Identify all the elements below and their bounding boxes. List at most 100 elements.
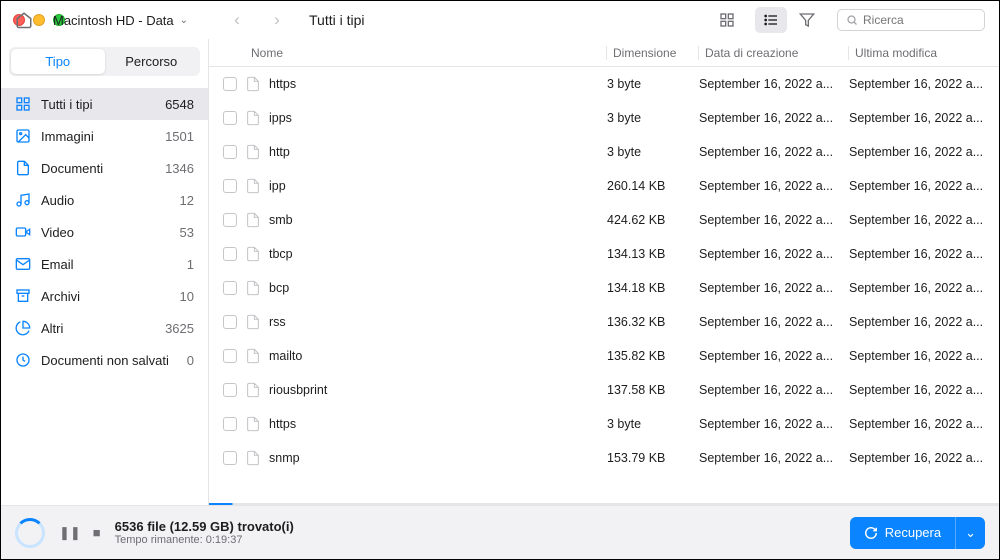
file-modified: September 16, 2022 a... xyxy=(849,179,999,193)
music-icon xyxy=(15,192,31,208)
home-icon[interactable] xyxy=(15,11,33,29)
table-row[interactable]: snmp153.79 KBSeptember 16, 2022 a...Sept… xyxy=(209,441,999,475)
table-row[interactable]: tbcp134.13 KBSeptember 16, 2022 a...Sept… xyxy=(209,237,999,271)
row-checkbox[interactable] xyxy=(223,145,237,159)
sidebar-item-count: 10 xyxy=(180,289,194,304)
view-grid-button[interactable] xyxy=(711,7,743,33)
row-checkbox[interactable] xyxy=(223,349,237,363)
file-icon xyxy=(245,142,261,162)
search-input[interactable] xyxy=(863,13,1000,27)
recover-button[interactable]: Recupera xyxy=(850,517,955,549)
row-checkbox[interactable] xyxy=(223,247,237,261)
file-size: 153.79 KB xyxy=(607,451,699,465)
file-icon xyxy=(245,380,261,400)
sidebar-item-unsaved[interactable]: Documenti non salvati 0 xyxy=(1,344,208,376)
recover-dropdown-button[interactable]: ⌄ xyxy=(955,517,985,549)
pause-scan-button[interactable]: ❚❚ xyxy=(59,525,81,541)
mail-icon xyxy=(15,256,31,272)
file-name: tbcp xyxy=(269,247,293,261)
column-size[interactable]: Dimensione xyxy=(607,46,699,60)
row-checkbox[interactable] xyxy=(223,383,237,397)
doc-icon xyxy=(15,160,31,176)
file-name: mailto xyxy=(269,349,302,363)
time-remaining: Tempo rimanente: 0:19:37 xyxy=(115,534,294,546)
file-name: riousbprint xyxy=(269,383,327,397)
row-checkbox[interactable] xyxy=(223,179,237,193)
table-body: https3 byteSeptember 16, 2022 a...Septem… xyxy=(209,67,999,503)
sidebar-item-video[interactable]: Video53 xyxy=(1,216,208,248)
file-size: 134.13 KB xyxy=(607,247,699,261)
sidebar-item-all[interactable]: Tutti i tipi6548 xyxy=(1,88,208,120)
table-row[interactable]: https3 byteSeptember 16, 2022 a...Septem… xyxy=(209,407,999,441)
file-created: September 16, 2022 a... xyxy=(699,315,849,329)
filter-button[interactable] xyxy=(799,12,825,28)
nav-back-button[interactable]: ‹ xyxy=(223,10,251,30)
table-row[interactable]: smb424.62 KBSeptember 16, 2022 a...Septe… xyxy=(209,203,999,237)
file-icon xyxy=(245,278,261,298)
archive-icon xyxy=(15,288,31,304)
file-created: September 16, 2022 a... xyxy=(699,247,849,261)
footer: ❚❚ ■ 6536 file (12.59 GB) trovato(i) Tem… xyxy=(1,505,999,559)
sidebar-item-email[interactable]: Email 1 xyxy=(1,248,208,280)
search-field[interactable] xyxy=(837,9,985,31)
segment-type[interactable]: Tipo xyxy=(11,49,105,74)
video-icon xyxy=(15,224,31,240)
stop-scan-button[interactable]: ■ xyxy=(93,525,101,541)
sidebar-item-count: 1346 xyxy=(165,161,194,176)
sidebar-item-label: Immagini xyxy=(41,129,155,144)
column-created[interactable]: Data di creazione xyxy=(699,46,849,60)
column-modified[interactable]: Ultima modifica xyxy=(849,46,999,60)
row-checkbox[interactable] xyxy=(223,281,237,295)
sidebar-segment: Tipo Percorso xyxy=(9,47,200,76)
volume-name: Macintosh HD - Data xyxy=(53,13,174,28)
file-name: rss xyxy=(269,315,286,329)
file-modified: September 16, 2022 a... xyxy=(849,213,999,227)
file-name: ipp xyxy=(269,179,286,193)
sidebar-item-audio[interactable]: Audio12 xyxy=(1,184,208,216)
file-modified: September 16, 2022 a... xyxy=(849,77,999,91)
row-checkbox[interactable] xyxy=(223,315,237,329)
toolbar: ‹ › Tutti i tipi xyxy=(209,1,999,39)
table-row[interactable]: mailto135.82 KBSeptember 16, 2022 a...Se… xyxy=(209,339,999,373)
row-checkbox[interactable] xyxy=(223,417,237,431)
sidebar-item-archives[interactable]: Archivi 10 xyxy=(1,280,208,312)
sidebar-item-docs[interactable]: Documenti1346 xyxy=(1,152,208,184)
sidebar-item-label: Email xyxy=(41,257,177,272)
sidebar-item-count: 6548 xyxy=(165,97,194,112)
sidebar-item-images[interactable]: Immagini1501 xyxy=(1,120,208,152)
sidebar-item-count: 53 xyxy=(180,225,194,240)
sidebar: Macintosh HD - Data ⌄ Tipo Percorso Tutt… xyxy=(1,39,209,505)
sidebar-item-count: 12 xyxy=(180,193,194,208)
sidebar-item-label: Documenti non salvati xyxy=(41,353,177,368)
grid-icon xyxy=(15,96,31,112)
nav-forward-button[interactable]: › xyxy=(263,10,291,30)
table-row[interactable]: ipp260.14 KBSeptember 16, 2022 a...Septe… xyxy=(209,169,999,203)
volume-selector[interactable]: Macintosh HD - Data ⌄ xyxy=(53,13,188,28)
table-row[interactable]: bcp134.18 KBSeptember 16, 2022 a...Septe… xyxy=(209,271,999,305)
column-name[interactable]: Nome xyxy=(245,46,607,60)
file-size: 424.62 KB xyxy=(607,213,699,227)
table-row[interactable]: rss136.32 KBSeptember 16, 2022 a...Septe… xyxy=(209,305,999,339)
file-size: 135.82 KB xyxy=(607,349,699,363)
file-name: http xyxy=(269,145,290,159)
breadcrumb-title: Tutti i tipi xyxy=(309,12,365,28)
table-row[interactable]: http3 byteSeptember 16, 2022 a...Septemb… xyxy=(209,135,999,169)
file-size: 137.58 KB xyxy=(607,383,699,397)
file-created: September 16, 2022 a... xyxy=(699,281,849,295)
table-row[interactable]: https3 byteSeptember 16, 2022 a...Septem… xyxy=(209,67,999,101)
sidebar-item-label: Archivi xyxy=(41,289,170,304)
row-checkbox[interactable] xyxy=(223,111,237,125)
row-checkbox[interactable] xyxy=(223,451,237,465)
sidebar-item-count: 1 xyxy=(187,257,194,272)
view-list-button[interactable] xyxy=(755,7,787,33)
sidebar-item-others[interactable]: Altri3625 xyxy=(1,312,208,344)
sidebar-item-count: 0 xyxy=(187,353,194,368)
row-checkbox[interactable] xyxy=(223,213,237,227)
file-modified: September 16, 2022 a... xyxy=(849,145,999,159)
row-checkbox[interactable] xyxy=(223,77,237,91)
table-row[interactable]: riousbprint137.58 KBSeptember 16, 2022 a… xyxy=(209,373,999,407)
table-row[interactable]: ipps3 byteSeptember 16, 2022 a...Septemb… xyxy=(209,101,999,135)
found-summary: 6536 file (12.59 GB) trovato(i) xyxy=(115,519,294,534)
pie-icon xyxy=(15,320,31,336)
segment-path[interactable]: Percorso xyxy=(105,49,199,74)
